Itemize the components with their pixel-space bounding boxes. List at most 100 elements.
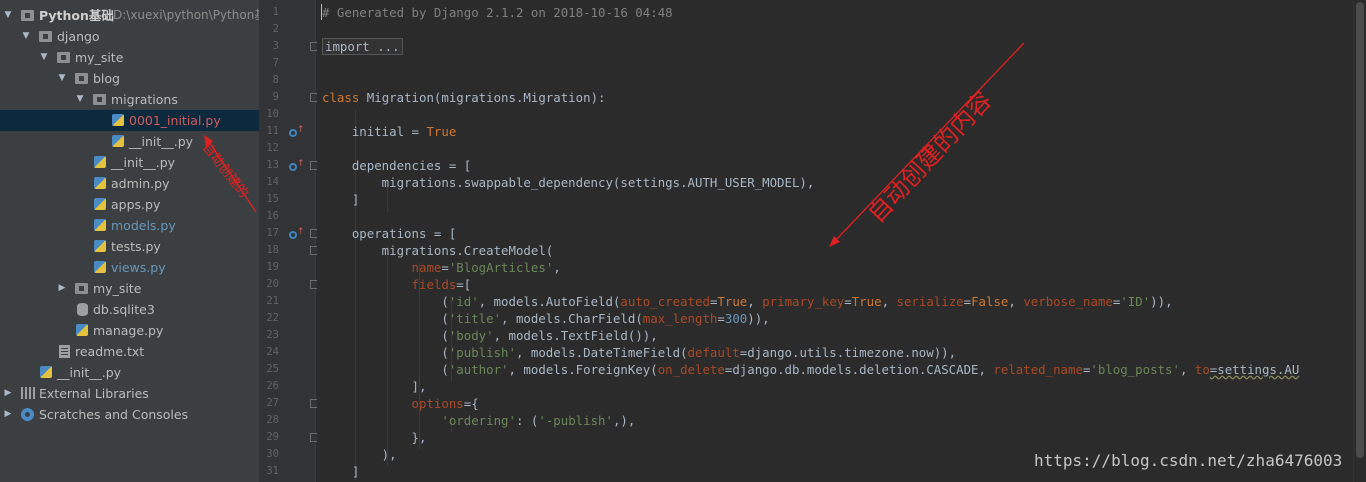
- chevron-down-icon[interactable]: ▼: [38, 47, 50, 68]
- line-number: 28: [266, 414, 279, 426]
- python-file-icon: [94, 219, 106, 231]
- line-number: 27: [266, 397, 279, 409]
- line-number: 16: [266, 210, 279, 222]
- code-line-27: options={: [411, 396, 479, 411]
- vertical-scrollbar[interactable]: [1353, 0, 1366, 482]
- tree-item-migrations[interactable]: ▼ migrations: [0, 89, 259, 110]
- python-file-icon: [112, 135, 124, 147]
- chevron-right-icon[interactable]: ▶: [2, 404, 14, 425]
- tree-item-migrations-init[interactable]: __init__.py: [0, 131, 259, 152]
- override-marker-icon[interactable]: ↑: [289, 126, 305, 138]
- tree-item-apps[interactable]: apps.py: [0, 194, 259, 215]
- line-number: 22: [266, 312, 279, 324]
- line-number: 29: [266, 431, 279, 443]
- tree-item-readme[interactable]: readme.txt: [0, 341, 259, 362]
- python-file-icon: [94, 198, 106, 210]
- python-file-icon: [112, 114, 124, 126]
- python-file-icon: [94, 177, 106, 189]
- code-line-30: ),: [322, 447, 397, 462]
- code-editor[interactable]: # Generated by Django 2.1.2 on 2018-10-1…: [317, 0, 1353, 482]
- code-line-26: ],: [322, 379, 427, 394]
- project-tree: ▼ Python基础 D:\xuexi\python\Python基础 ▼ dj…: [0, 0, 259, 482]
- chevron-right-icon[interactable]: ▶: [56, 278, 68, 299]
- code-line-23: ('body', models.TextField()),: [322, 328, 658, 343]
- tree-root-path: D:\xuexi\python\Python基础: [113, 8, 259, 22]
- line-number: 21: [266, 295, 279, 307]
- code-line-22: ('title', models.CharField(max_length=30…: [322, 311, 770, 326]
- chevron-down-icon[interactable]: ▼: [20, 26, 32, 47]
- code-line-15: ]: [322, 192, 360, 207]
- chevron-down-icon[interactable]: ▼: [56, 68, 68, 89]
- tree-item-label: __init__.py: [111, 155, 176, 170]
- tree-item-admin[interactable]: admin.py: [0, 173, 259, 194]
- line-number: 20: [266, 278, 279, 290]
- code-line-20: fields=[: [411, 277, 472, 292]
- code-line-11: initial = True: [322, 124, 457, 139]
- chevron-down-icon[interactable]: ▼: [2, 5, 14, 26]
- line-number: 10: [266, 108, 279, 120]
- line-number: 14: [266, 176, 279, 188]
- code-line-17: operations = [: [322, 226, 457, 241]
- tree-item-label: manage.py: [93, 323, 164, 338]
- code-line-13: dependencies = [: [322, 158, 472, 173]
- python-file-icon: [94, 240, 106, 252]
- python-file-icon: [94, 261, 106, 273]
- code-line-24: ('publish', models.DateTimeField(default…: [322, 345, 957, 360]
- folder-icon: [57, 52, 70, 63]
- line-number: 31: [266, 465, 279, 477]
- tree-root-label: Python基础: [39, 8, 114, 23]
- folder-icon: [93, 94, 106, 105]
- tree-item-label: tests.py: [111, 239, 161, 254]
- tree-item-label: blog: [93, 71, 120, 86]
- code-line-3: import ...: [322, 38, 403, 55]
- tree-item-db-sqlite3[interactable]: db.sqlite3: [0, 299, 259, 320]
- tree-item-label: migrations: [111, 92, 178, 107]
- override-marker-icon[interactable]: ↑: [289, 228, 305, 240]
- line-number: 3: [272, 40, 279, 52]
- tree-item-blog[interactable]: ▼ blog: [0, 68, 259, 89]
- tree-item-tests[interactable]: tests.py: [0, 236, 259, 257]
- tree-item-label: 0001_initial.py: [129, 113, 221, 128]
- tree-item-django-init[interactable]: __init__.py: [0, 362, 259, 383]
- tree-item-views[interactable]: views.py: [0, 257, 259, 278]
- line-number: 18: [266, 244, 279, 256]
- chevron-down-icon[interactable]: ▼: [74, 89, 86, 110]
- tree-item-0001-initial[interactable]: 0001_initial.py: [0, 110, 259, 131]
- code-line-28: 'ordering': ('-publish',),: [441, 413, 636, 428]
- line-number: 2: [272, 23, 279, 35]
- tree-item-models[interactable]: models.py: [0, 215, 259, 236]
- tree-item-external-libraries[interactable]: ▶ External Libraries: [0, 383, 259, 404]
- text-file-icon: [59, 345, 70, 358]
- code-line-14: migrations.swappable_dependency(settings…: [322, 175, 815, 190]
- tree-item-my-site-inner[interactable]: ▶ my_site: [0, 278, 259, 299]
- chevron-right-icon[interactable]: ▶: [2, 383, 14, 404]
- override-marker-icon[interactable]: ↑: [289, 160, 305, 172]
- tree-root[interactable]: ▼ Python基础 D:\xuexi\python\Python基础: [0, 5, 259, 26]
- line-number: 15: [266, 193, 279, 205]
- tree-item-label: db.sqlite3: [93, 302, 155, 317]
- tree-item-label: views.py: [111, 260, 166, 275]
- python-file-icon: [76, 324, 88, 336]
- line-number: 24: [266, 346, 279, 358]
- tree-item-label: admin.py: [111, 176, 170, 191]
- folder-icon: [75, 73, 88, 84]
- line-number: 19: [266, 261, 279, 273]
- tree-item-my-site[interactable]: ▼ my_site: [0, 47, 259, 68]
- tree-item-manage[interactable]: manage.py: [0, 320, 259, 341]
- scrollbar-thumb[interactable]: [1356, 2, 1364, 458]
- folder-icon: [21, 10, 34, 21]
- tree-item-scratches[interactable]: ▶ Scratches and Consoles: [0, 404, 259, 425]
- scratches-icon: [21, 408, 34, 421]
- code-line-19: name='BlogArticles',: [411, 260, 561, 275]
- tree-item-label: Scratches and Consoles: [39, 407, 189, 422]
- line-number: 30: [266, 448, 279, 460]
- tree-item-django[interactable]: ▼ django: [0, 26, 259, 47]
- editor-gutter[interactable]: 1 2 3 7 8 9 10 11 12 13 14 15 16 17 18 1…: [259, 0, 319, 482]
- folder-icon: [75, 283, 88, 294]
- folder-icon: [39, 31, 52, 42]
- python-file-icon: [94, 156, 106, 168]
- collapsed-imports[interactable]: import ...: [322, 38, 403, 55]
- code-line-25: ('author', models.ForeignKey(on_delete=d…: [322, 362, 1300, 377]
- tree-item-blog-init[interactable]: __init__.py: [0, 152, 259, 173]
- tree-item-label: __init__.py: [129, 134, 194, 149]
